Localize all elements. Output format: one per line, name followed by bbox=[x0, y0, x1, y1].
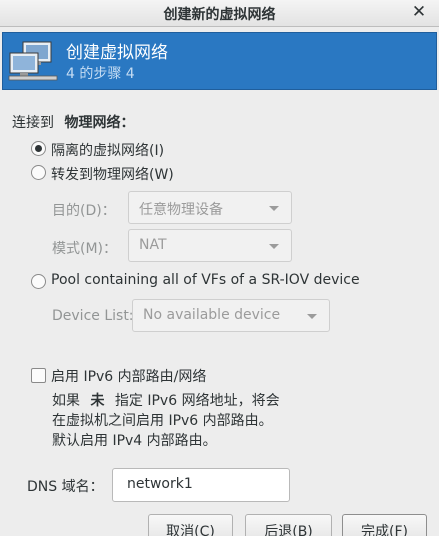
ipv6-checkbox[interactable] bbox=[31, 368, 46, 383]
network-icon bbox=[8, 41, 58, 81]
radio-isolated-label[interactable]: 隔离的虚拟网络(I) bbox=[51, 140, 164, 160]
destination-label: 目的(D)： bbox=[52, 203, 116, 219]
mode-value: NAT bbox=[139, 237, 167, 253]
wizard-header: 创建虚拟网络 4 的步骤 4 bbox=[2, 32, 437, 90]
dns-domain-input[interactable]: network1 bbox=[112, 468, 290, 502]
window-title: 创建新的虚拟网络 bbox=[163, 7, 276, 23]
ipv6-desc-part: 如果 bbox=[52, 393, 80, 409]
destination-value: 任意物理设备 bbox=[139, 202, 223, 218]
ipv6-desc-emphasis: 未 bbox=[90, 393, 105, 409]
finish-button[interactable]: 完成(F) bbox=[342, 514, 427, 536]
radio-forward-label[interactable]: 转发到物理网络(W) bbox=[51, 164, 174, 184]
radio-sriov-label[interactable]: Pool containing all of VFs of a SR-IOV d… bbox=[51, 272, 360, 288]
dns-domain-label: DNS 域名： bbox=[27, 479, 104, 495]
radio-isolated[interactable] bbox=[31, 141, 46, 156]
back-button[interactable]: 后退(B) bbox=[245, 514, 332, 536]
device-list-combo[interactable]: No available device bbox=[132, 299, 330, 332]
mode-combo[interactable]: NAT bbox=[128, 229, 292, 262]
cancel-button[interactable]: 取消(C) bbox=[148, 514, 233, 536]
connect-to-value: 物理网络： bbox=[64, 115, 135, 131]
ipv6-checkbox-label[interactable]: 启用 IPv6 内部路由/网络 bbox=[51, 366, 206, 386]
title-bar: 创建新的虚拟网络 ✕ bbox=[0, 0, 439, 27]
mode-label: 模式(M)： bbox=[52, 241, 118, 257]
ipv6-description-line2: 在虚拟机之间启用 IPv6 内部路由。 bbox=[52, 413, 273, 429]
chevron-down-icon bbox=[269, 206, 279, 211]
close-icon[interactable]: ✕ bbox=[409, 2, 429, 22]
ipv6-desc-part: 指定 IPv6 网络地址，将会 bbox=[114, 393, 280, 409]
device-list-label: Device List: bbox=[52, 308, 134, 324]
radio-sriov[interactable] bbox=[31, 274, 46, 289]
radio-forward[interactable] bbox=[31, 165, 46, 180]
wizard-title: 创建虚拟网络 bbox=[66, 43, 168, 63]
chevron-down-icon bbox=[307, 314, 317, 319]
ipv6-description-line3: 默认启用 IPv4 内部路由。 bbox=[52, 433, 217, 449]
device-list-value: No available device bbox=[143, 307, 281, 323]
chevron-down-icon bbox=[269, 244, 279, 249]
connect-to-label: 连接到 物理网络： bbox=[12, 112, 134, 132]
destination-combo[interactable]: 任意物理设备 bbox=[128, 191, 292, 224]
connect-to-text: 连接到 bbox=[12, 115, 54, 131]
ipv6-description-line1: 如果 未 指定 IPv6 网络地址，将会 bbox=[52, 390, 280, 410]
wizard-step: 4 的步骤 4 bbox=[66, 66, 135, 82]
